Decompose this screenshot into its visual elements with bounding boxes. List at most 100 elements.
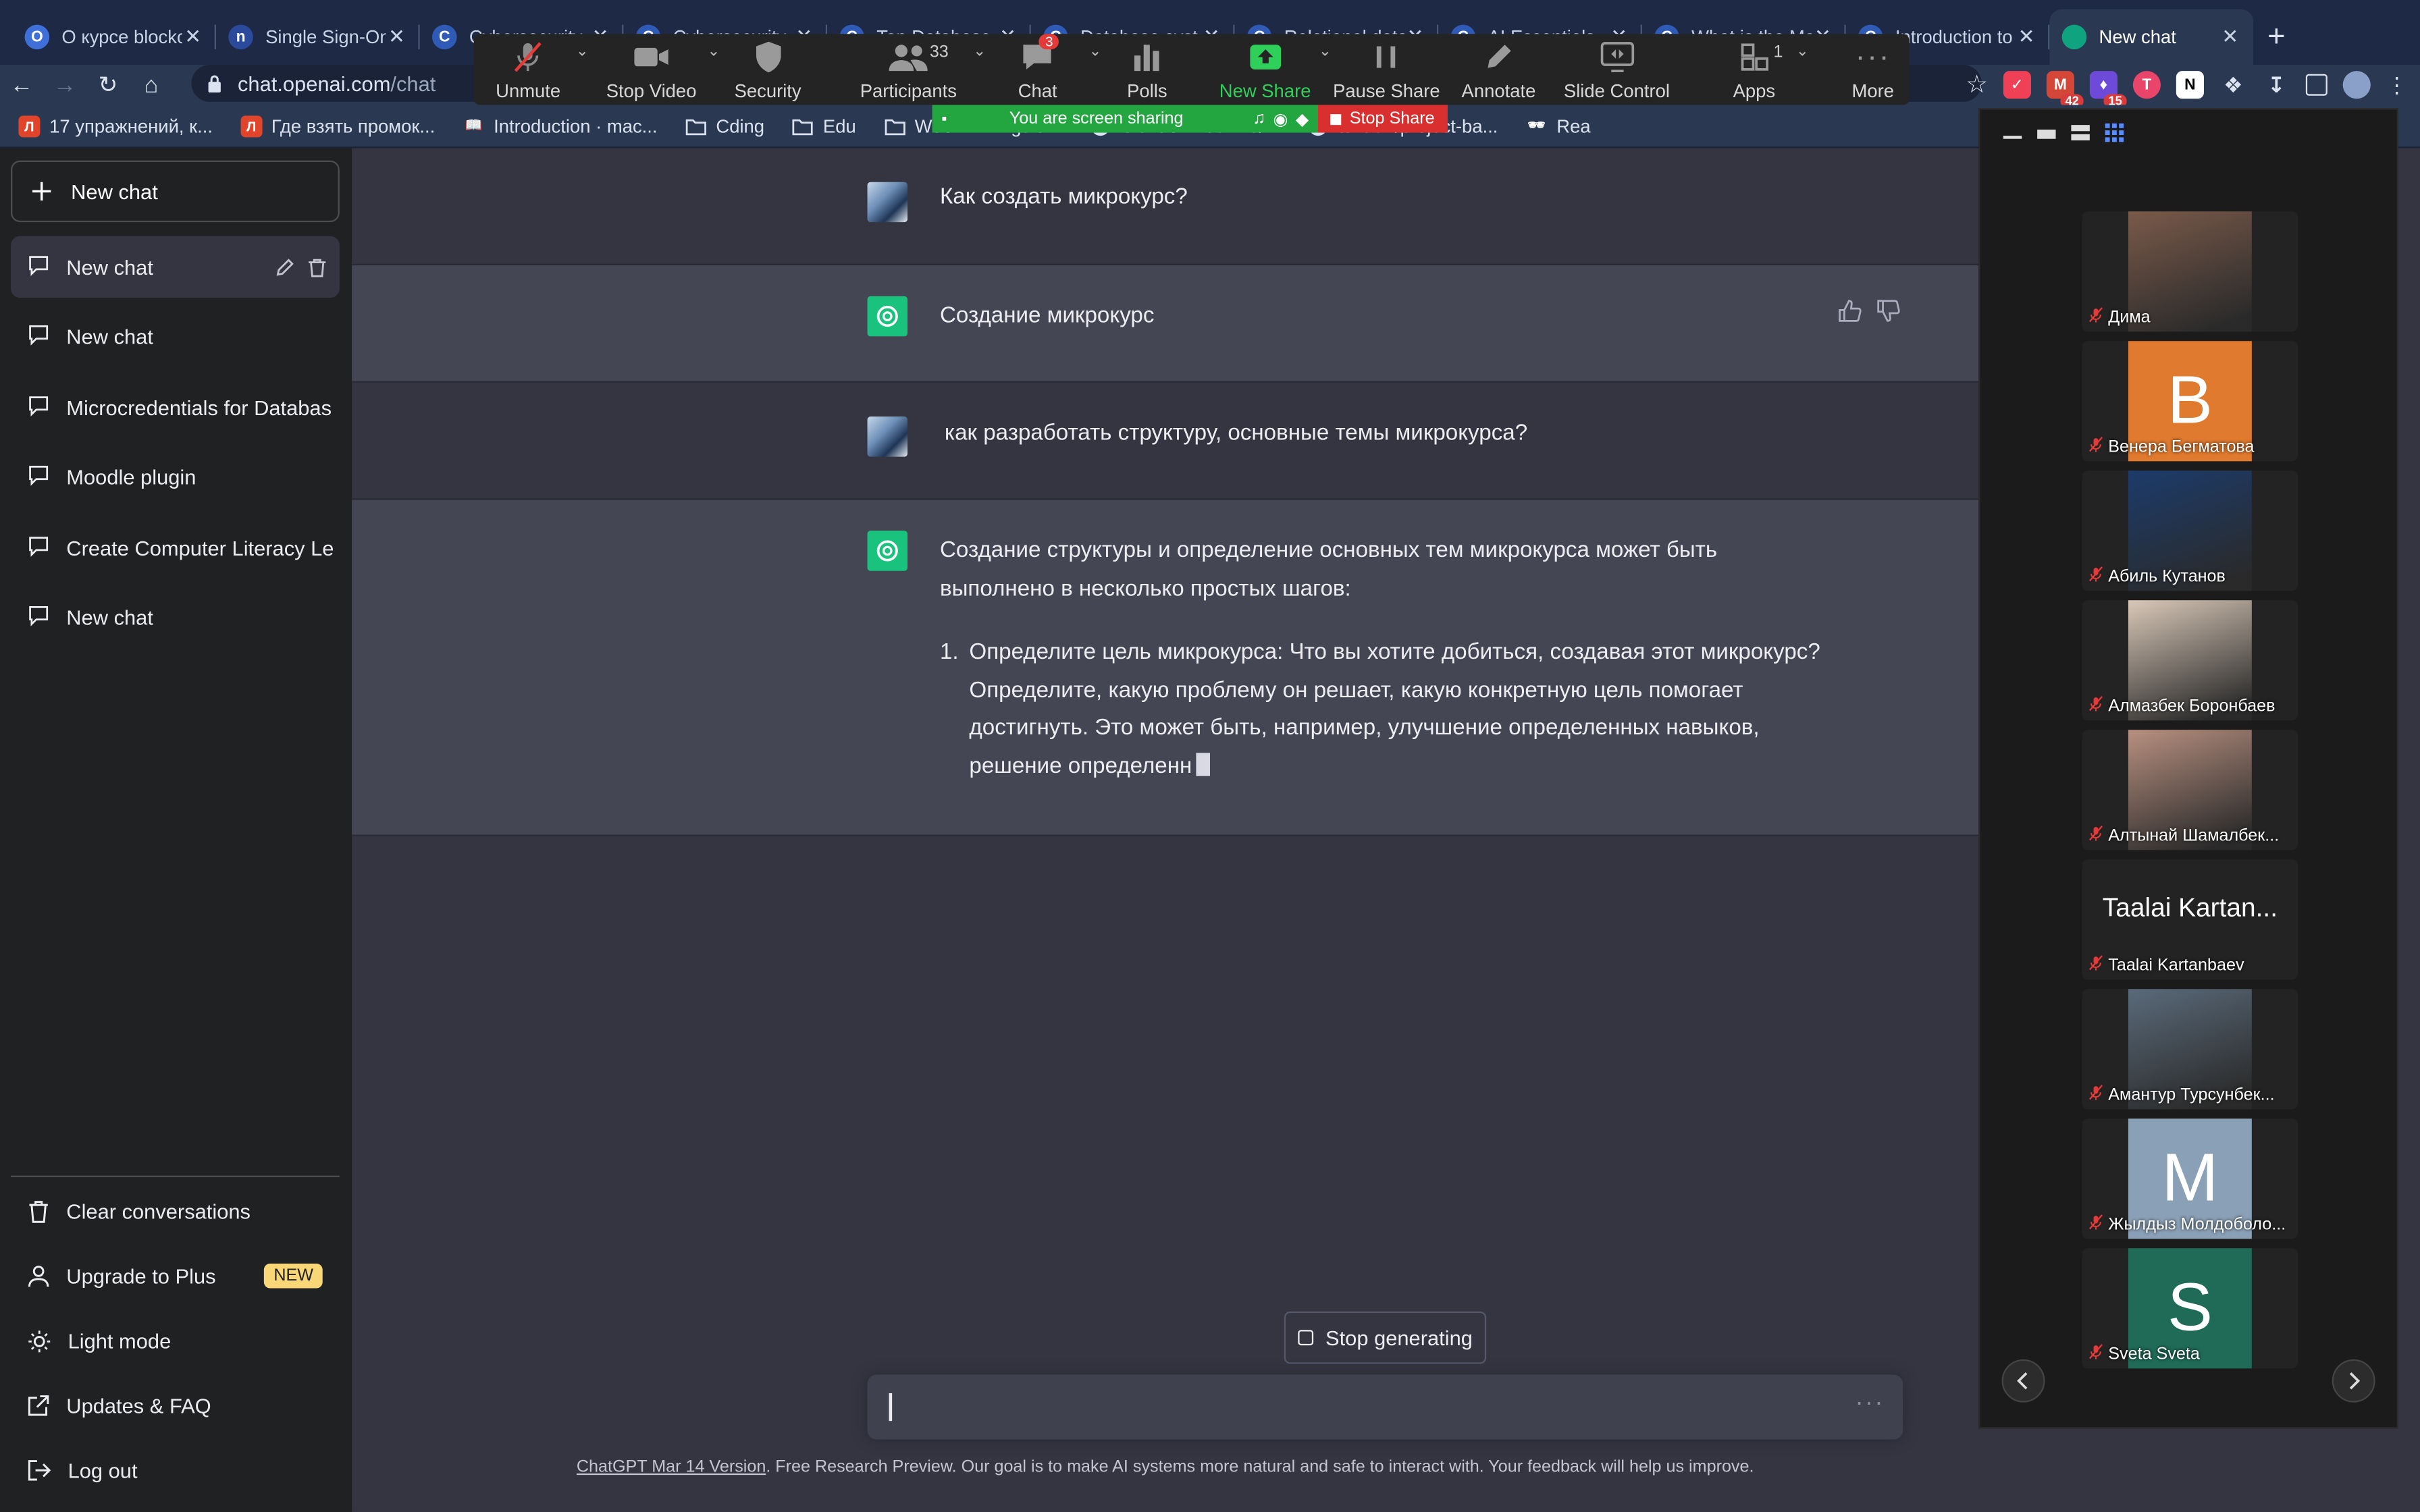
participant-name: Абиль Кутанов: [2088, 566, 2226, 587]
gallery-next-button[interactable]: [2332, 1359, 2375, 1403]
unmute-button[interactable]: Unmute ⌄: [474, 34, 589, 105]
sharing-text: You are screen sharing: [1009, 109, 1184, 128]
tab-close-icon[interactable]: ✕: [2016, 25, 2037, 50]
sidebar-history-item[interactable]: Microcredentials for Databas: [11, 377, 340, 438]
mic-muted-icon: [2088, 1085, 2104, 1105]
participant-tile[interactable]: M Жылдыз Молдоболо...: [2082, 1118, 2298, 1239]
minimize-view-icon[interactable]: [2002, 122, 2024, 144]
puzzle-extension-icon[interactable]: ❖: [2219, 71, 2247, 99]
slide-control-button[interactable]: Slide Control: [1559, 34, 1675, 105]
sidebar-history-item[interactable]: New chat: [10, 236, 340, 298]
browser-tab[interactable]: New chat ✕: [2049, 9, 2254, 65]
reload-icon[interactable]: ↻: [86, 71, 130, 99]
participant-tile[interactable]: Алтынай Шамалбек...: [2082, 730, 2298, 850]
mail-extension-icon[interactable]: M 42: [2046, 71, 2084, 108]
thumbnail-view-icon[interactable]: [2036, 122, 2057, 144]
bookmark-item[interactable]: Cding: [685, 115, 764, 136]
share-caret-icon[interactable]: ⌄: [1319, 43, 1332, 60]
bookmark-star-icon[interactable]: ☆: [1966, 70, 1988, 101]
security-button[interactable]: Security: [717, 34, 818, 105]
participant-tile[interactable]: Абиль Кутанов: [2082, 470, 2298, 591]
chat-button[interactable]: 3 Chat ⌄: [1001, 34, 1102, 105]
gallery-prev-button[interactable]: [2001, 1359, 2045, 1403]
back-icon[interactable]: ←: [0, 72, 43, 98]
participant-tile[interactable]: Дима: [2082, 211, 2298, 332]
new-tab-button[interactable]: +: [2253, 9, 2300, 65]
tab-close-icon[interactable]: ✕: [386, 25, 407, 50]
participant-name-label: Sveta Sveta: [2108, 1344, 2200, 1364]
speaker-view-icon[interactable]: [2070, 122, 2091, 144]
participant-name: Амантур Турсунбек...: [2088, 1085, 2275, 1105]
participant-tile[interactable]: Амантур Турсунбек...: [2082, 989, 2298, 1110]
notion-extension-icon[interactable]: N: [2176, 71, 2204, 99]
apps-label: Apps: [1733, 80, 1776, 102]
more-button[interactable]: ··· More: [1837, 34, 1909, 105]
log-out-button[interactable]: Log out: [11, 1440, 340, 1501]
clear-conversations-button[interactable]: Clear conversations: [11, 1181, 340, 1242]
participants-button[interactable]: 33 Participants ⌄: [843, 34, 987, 105]
sidebar-history-item[interactable]: New chat: [11, 306, 340, 368]
t-extension-icon[interactable]: T: [2132, 71, 2161, 99]
stop-share-button[interactable]: Stop Share: [1317, 105, 1448, 133]
chat-badge: 3: [1039, 34, 1059, 50]
apps-caret-icon[interactable]: ⌄: [1796, 43, 1809, 60]
stop-video-button[interactable]: Stop Video ⌄: [595, 34, 720, 105]
gallery-view-icon[interactable]: [2103, 122, 2125, 144]
participant-tile[interactable]: Taalai Kartan... Taalai Kartanbaev: [2082, 859, 2298, 980]
unmute-caret-icon[interactable]: ⌄: [576, 43, 589, 60]
browser-tab[interactable]: O О курсе blockc ✕: [12, 9, 216, 65]
thumbs-up-icon[interactable]: [1838, 299, 1862, 322]
updates-faq-link[interactable]: Updates & FAQ: [11, 1375, 340, 1436]
sidebar-history-item[interactable]: Create Computer Literacy Le: [11, 517, 340, 578]
participant-tile[interactable]: Алмазбек Боронбаев: [2082, 600, 2298, 721]
browser-tab[interactable]: n Single Sign-On ✕: [216, 9, 420, 65]
sharing-mic-icon[interactable]: ♫: [1253, 109, 1265, 129]
sharing-video-icon[interactable]: ◉: [1273, 109, 1288, 128]
participants-label: Participants: [860, 80, 957, 102]
slide-control-icon: [1600, 42, 1634, 72]
stop-generating-button[interactable]: Stop generating: [1284, 1311, 1487, 1364]
profile-avatar-icon[interactable]: [2342, 71, 2371, 99]
participant-name-label: Дима: [2108, 307, 2151, 327]
sidebar-history-item[interactable]: New chat: [11, 587, 340, 649]
sharing-shield-icon[interactable]: ◆: [1296, 109, 1309, 128]
upgrade-to-plus-button[interactable]: Upgrade to Plus NEW: [11, 1245, 340, 1307]
bookmark-item[interactable]: 📖 Introduction · mac...: [463, 115, 658, 136]
pocket-extension-icon[interactable]: ✓: [2003, 71, 2031, 99]
polls-button[interactable]: Polls: [1111, 34, 1183, 105]
sidepanel-icon[interactable]: [2305, 74, 2327, 96]
bookmark-item[interactable]: 🕶 Rea: [1526, 115, 1591, 136]
pause-share-button[interactable]: Pause Share: [1332, 34, 1442, 105]
apps-button[interactable]: 1 Apps ⌄: [1718, 34, 1809, 105]
download-icon[interactable]: ↧: [2263, 71, 2290, 99]
chat-caret-icon[interactable]: ⌄: [1088, 43, 1101, 60]
tab-close-icon[interactable]: ✕: [182, 25, 204, 50]
forward-icon[interactable]: →: [43, 72, 86, 98]
history-item-label: New chat: [66, 325, 153, 349]
history-item-label: New chat: [66, 255, 153, 279]
participant-tile[interactable]: S Sveta Sveta: [2082, 1248, 2298, 1369]
purple-extension-icon[interactable]: ♦ 15: [2089, 71, 2127, 108]
chat-input[interactable]: ···: [867, 1374, 1903, 1440]
browser-menu-icon[interactable]: ⋮: [2386, 72, 2408, 98]
bookmark-item[interactable]: Edu: [792, 115, 856, 136]
delete-icon[interactable]: [307, 257, 327, 277]
participant-tile[interactable]: B Венера Бегматова: [2082, 341, 2298, 462]
tab-close-icon[interactable]: ✕: [2219, 25, 2241, 50]
bookmark-item[interactable]: Л 17 упражнений, к...: [18, 115, 213, 137]
history-item-label: New chat: [66, 606, 153, 630]
annotate-button[interactable]: Annotate: [1451, 34, 1547, 105]
sidebar-history-item[interactable]: Moodle plugin: [11, 447, 340, 508]
edit-icon[interactable]: [275, 257, 295, 277]
drag-grip-icon[interactable]: ▪: [941, 110, 947, 127]
version-link[interactable]: ChatGPT Mar 14 Version: [577, 1458, 766, 1476]
home-icon[interactable]: ⌂: [130, 72, 173, 98]
thumbs-down-icon[interactable]: [1876, 299, 1900, 322]
bookmark-item[interactable]: Л Где взять промок...: [240, 115, 435, 137]
new-share-button[interactable]: New Share ⌄: [1217, 34, 1332, 105]
participants-caret-icon[interactable]: ⌄: [973, 43, 986, 60]
new-chat-button[interactable]: New chat: [10, 160, 340, 223]
zoom-gallery-panel: Дима B Венера Бегматова Абиль Кутанов Алмазб…: [1978, 107, 2398, 1429]
message-text: как разработать структуру, основные темы…: [944, 421, 1528, 446]
light-mode-button[interactable]: Light mode: [11, 1310, 340, 1372]
